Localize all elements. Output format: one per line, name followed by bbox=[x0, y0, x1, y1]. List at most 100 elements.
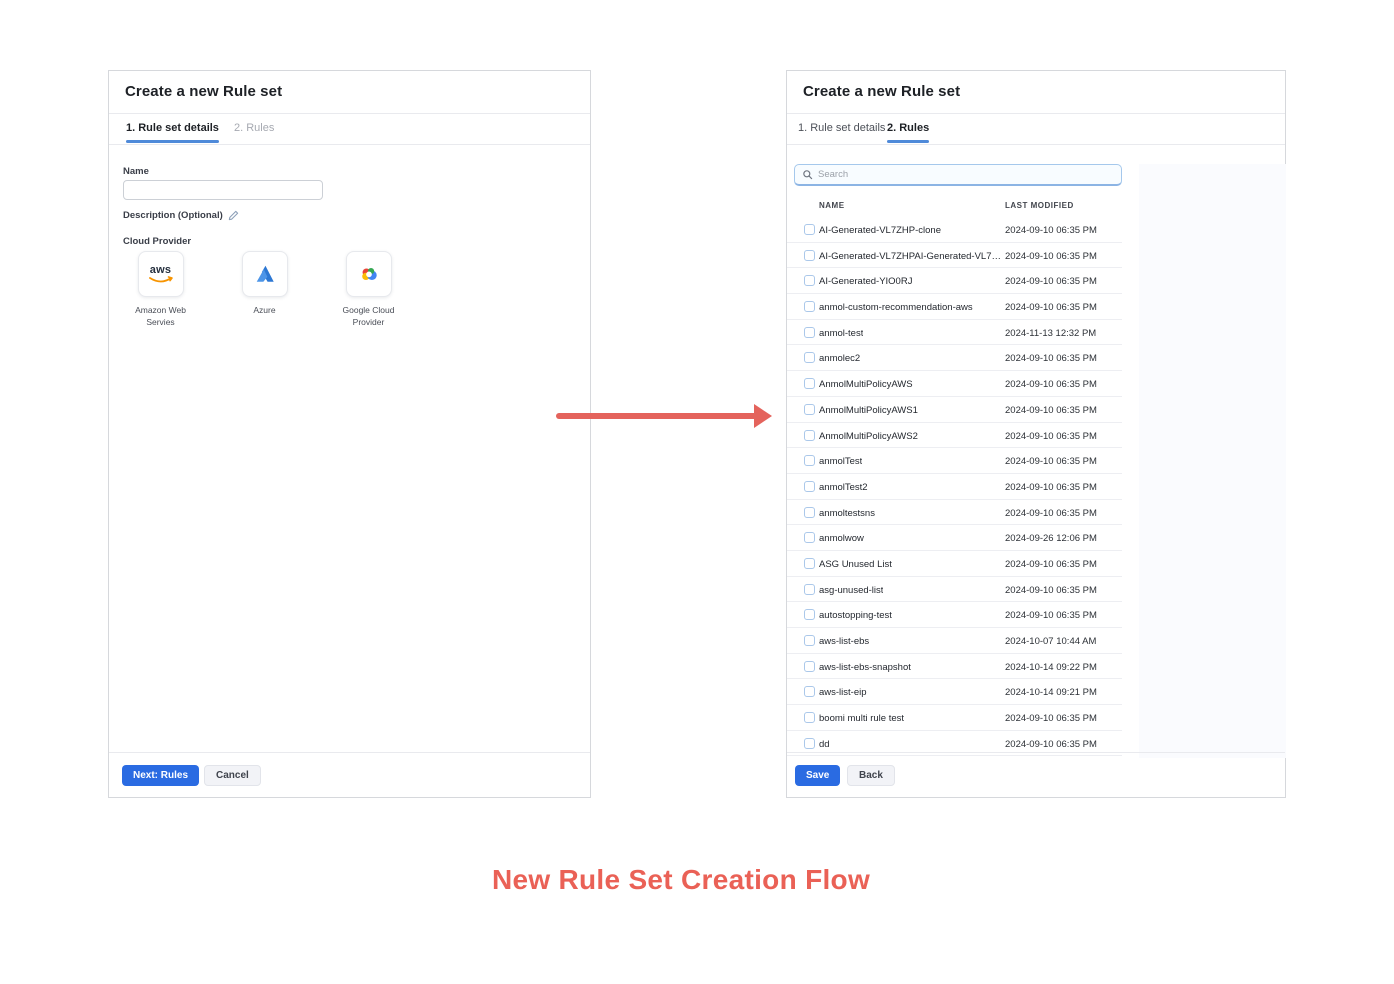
table-row[interactable]: anmol-custom-recommendation-aws 2024-09-… bbox=[787, 294, 1122, 320]
rule-name: anmolTest bbox=[819, 456, 862, 467]
table-row[interactable]: boomi multi rule test 2024-09-10 06:35 P… bbox=[787, 705, 1122, 731]
row-checkbox[interactable] bbox=[804, 327, 815, 338]
provider-option-aws: aws Amazon Web Servies bbox=[123, 251, 198, 329]
dialog-title: Create a new Rule set bbox=[803, 83, 960, 100]
row-checkbox[interactable] bbox=[804, 250, 815, 261]
rule-last-modified: 2024-10-14 09:21 PM bbox=[1005, 687, 1097, 698]
name-label: Name bbox=[123, 166, 149, 177]
azure-card[interactable] bbox=[242, 251, 288, 297]
row-checkbox[interactable] bbox=[804, 455, 815, 466]
rule-name: AI-Generated-VL7ZHP-clone bbox=[819, 225, 941, 236]
row-checkbox[interactable] bbox=[804, 635, 815, 646]
rule-last-modified: 2024-11-13 12:32 PM bbox=[1005, 328, 1096, 339]
provider-label: Amazon Web Servies bbox=[125, 304, 197, 329]
tab-rules[interactable]: 2. Rules bbox=[234, 122, 274, 134]
row-checkbox[interactable] bbox=[804, 609, 815, 620]
rule-name: anmolec2 bbox=[819, 353, 860, 364]
flow-arrow-icon bbox=[556, 404, 772, 428]
row-checkbox[interactable] bbox=[804, 661, 815, 672]
table-row[interactable]: anmoltestsns 2024-09-10 06:35 PM bbox=[787, 500, 1122, 526]
rule-last-modified: 2024-09-10 06:35 PM bbox=[1005, 276, 1097, 287]
cloud-provider-options: aws Amazon Web Servies Azure bbox=[123, 251, 406, 329]
search-icon bbox=[802, 169, 813, 180]
rule-last-modified: 2024-09-10 06:35 PM bbox=[1005, 251, 1097, 262]
column-header-name: NAME bbox=[819, 201, 845, 210]
dialog-footer: Save Back bbox=[787, 752, 1285, 797]
description-label: Description (Optional) bbox=[123, 210, 223, 221]
description-row: Description (Optional) bbox=[123, 210, 239, 221]
table-row[interactable]: AI-Generated-VL7ZHP-clone 2024-09-10 06:… bbox=[787, 217, 1122, 243]
row-checkbox[interactable] bbox=[804, 275, 815, 286]
rule-last-modified: 2024-09-10 06:35 PM bbox=[1005, 431, 1097, 442]
back-button[interactable]: Back bbox=[847, 765, 895, 786]
row-checkbox[interactable] bbox=[804, 430, 815, 441]
rule-last-modified: 2024-09-10 06:35 PM bbox=[1005, 379, 1097, 390]
table-row[interactable]: anmolTest 2024-09-10 06:35 PM bbox=[787, 448, 1122, 474]
row-checkbox[interactable] bbox=[804, 378, 815, 389]
table-row[interactable]: AnmolMultiPolicyAWS1 2024-09-10 06:35 PM bbox=[787, 397, 1122, 423]
row-checkbox[interactable] bbox=[804, 301, 815, 312]
row-checkbox[interactable] bbox=[804, 404, 815, 415]
dialog-title: Create a new Rule set bbox=[125, 83, 282, 100]
table-row[interactable]: ASG Unused List 2024-09-10 06:35 PM bbox=[787, 551, 1122, 577]
azure-icon bbox=[254, 263, 276, 285]
aws-card[interactable]: aws bbox=[138, 251, 184, 297]
provider-label: Google Cloud Provider bbox=[333, 304, 405, 329]
rule-name: autostopping-test bbox=[819, 610, 892, 621]
dialog-header: Create a new Rule set bbox=[787, 71, 1285, 114]
rule-name: AnmolMultiPolicyAWS2 bbox=[819, 431, 918, 442]
rules-selection-dialog: Create a new Rule set 1. Rule set detail… bbox=[786, 70, 1286, 798]
tab-rule-set-details[interactable]: 1. Rule set details bbox=[126, 122, 219, 134]
table-row[interactable]: autostopping-test 2024-09-10 06:35 PM bbox=[787, 602, 1122, 628]
edit-pencil-icon[interactable] bbox=[228, 210, 239, 221]
search-input[interactable] bbox=[818, 169, 1114, 180]
row-checkbox[interactable] bbox=[804, 686, 815, 697]
table-row[interactable]: AI-Generated-YIO0RJ 2024-09-10 06:35 PM bbox=[787, 268, 1122, 294]
name-input[interactable] bbox=[123, 180, 323, 200]
rule-last-modified: 2024-09-10 06:35 PM bbox=[1005, 225, 1097, 236]
rule-name: AI-Generated-VL7ZHPAI-Generated-VL7ZHPAI… bbox=[819, 251, 1003, 262]
table-row[interactable]: anmolwow 2024-09-26 12:06 PM bbox=[787, 525, 1122, 551]
row-checkbox[interactable] bbox=[804, 507, 815, 518]
row-checkbox[interactable] bbox=[804, 712, 815, 723]
rule-last-modified: 2024-09-10 06:35 PM bbox=[1005, 559, 1097, 570]
google-cloud-card[interactable] bbox=[346, 251, 392, 297]
table-row[interactable]: aws-list-eip 2024-10-14 09:21 PM bbox=[787, 679, 1122, 705]
rule-set-details-dialog: Create a new Rule set 1. Rule set detail… bbox=[108, 70, 591, 798]
next-rules-button[interactable]: Next: Rules bbox=[122, 765, 199, 786]
tab-rules[interactable]: 2. Rules bbox=[887, 122, 929, 134]
row-checkbox[interactable] bbox=[804, 558, 815, 569]
cancel-button[interactable]: Cancel bbox=[204, 765, 261, 786]
table-row[interactable]: AI-Generated-VL7ZHPAI-Generated-VL7ZHPAI… bbox=[787, 243, 1122, 269]
rule-last-modified: 2024-09-10 06:35 PM bbox=[1005, 585, 1097, 596]
table-row[interactable]: aws-list-ebs 2024-10-07 10:44 AM bbox=[787, 628, 1122, 654]
save-button[interactable]: Save bbox=[795, 765, 840, 786]
rule-last-modified: 2024-09-10 06:35 PM bbox=[1005, 508, 1097, 519]
table-row[interactable]: anmolTest2 2024-09-10 06:35 PM bbox=[787, 474, 1122, 500]
table-row[interactable]: aws-list-ebs-snapshot 2024-10-14 09:22 P… bbox=[787, 654, 1122, 680]
tab-rule-set-details[interactable]: 1. Rule set details bbox=[798, 122, 885, 134]
rule-last-modified: 2024-09-10 06:35 PM bbox=[1005, 610, 1097, 621]
row-checkbox[interactable] bbox=[804, 584, 815, 595]
table-row[interactable]: anmol-test 2024-11-13 12:32 PM bbox=[787, 320, 1122, 346]
rule-name: anmol-test bbox=[819, 328, 863, 339]
active-tab-underline bbox=[126, 140, 219, 143]
rule-name: aws-list-ebs-snapshot bbox=[819, 662, 911, 673]
row-checkbox[interactable] bbox=[804, 224, 815, 235]
dialog-header: Create a new Rule set bbox=[109, 71, 590, 114]
row-checkbox[interactable] bbox=[804, 532, 815, 543]
rule-last-modified: 2024-09-10 06:35 PM bbox=[1005, 713, 1097, 724]
rule-name: aws-list-ebs bbox=[819, 636, 869, 647]
rule-name: ASG Unused List bbox=[819, 559, 892, 570]
rule-name: anmol-custom-recommendation-aws bbox=[819, 302, 973, 313]
figure-caption: New Rule Set Creation Flow bbox=[0, 864, 1362, 896]
table-row[interactable]: AnmolMultiPolicyAWS2 2024-09-10 06:35 PM bbox=[787, 423, 1122, 449]
table-row[interactable]: AnmolMultiPolicyAWS 2024-09-10 06:35 PM bbox=[787, 371, 1122, 397]
table-row[interactable]: anmolec2 2024-09-10 06:35 PM bbox=[787, 345, 1122, 371]
row-checkbox[interactable] bbox=[804, 481, 815, 492]
rule-name: anmolwow bbox=[819, 533, 864, 544]
row-checkbox[interactable] bbox=[804, 738, 815, 749]
row-checkbox[interactable] bbox=[804, 352, 815, 363]
table-row[interactable]: asg-unused-list 2024-09-10 06:35 PM bbox=[787, 577, 1122, 603]
rule-name: aws-list-eip bbox=[819, 687, 867, 698]
